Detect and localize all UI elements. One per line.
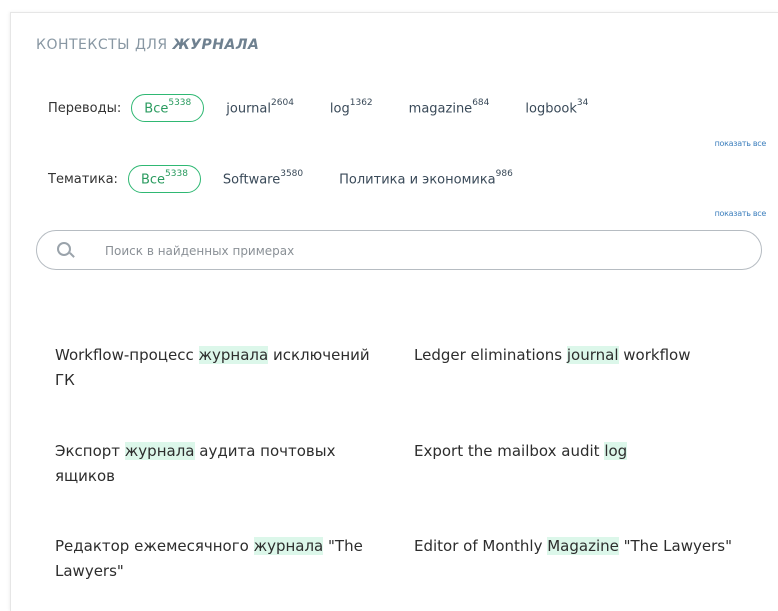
- highlighted-term: журнала: [198, 346, 269, 364]
- highlighted-term: журнала: [124, 442, 195, 460]
- example-source-2: Экспорт журнала аудита почтовых ящиков: [55, 439, 385, 489]
- filter-label: log: [329, 101, 350, 117]
- text: Ledger eliminations: [414, 346, 567, 364]
- pill-label: Все: [144, 101, 169, 117]
- pill-count: 5338: [168, 98, 192, 108]
- highlighted-term: журнала: [253, 537, 324, 555]
- translations-label: Переводы:: [48, 100, 122, 116]
- filter-count: 34: [576, 98, 589, 108]
- highlighted-term: log: [604, 442, 628, 460]
- filter-count: 986: [495, 169, 513, 179]
- text: workflow: [618, 346, 691, 364]
- filter-count: 684: [472, 98, 490, 108]
- filter-label: magazine: [408, 101, 473, 117]
- text: Экспорт: [55, 442, 125, 460]
- topics-all-pill[interactable]: Все5338: [127, 165, 201, 194]
- section-title-word: ЖУРНАЛА: [172, 37, 260, 53]
- text: "The Lawyers": [618, 537, 732, 555]
- filter-label: Политика и экономика: [339, 172, 496, 188]
- filter-label: journal: [226, 101, 272, 117]
- section-title-prefix: КОНТЕКСТЫ ДЛЯ: [36, 37, 173, 53]
- translation-filter-magazine[interactable]: magazine684: [408, 98, 490, 117]
- filter-count: 3580: [280, 169, 304, 179]
- filter-label: Software: [222, 172, 281, 188]
- section-title: КОНТЕКСТЫ ДЛЯ ЖУРНАЛА: [36, 37, 259, 53]
- highlighted-term: Magazine: [547, 537, 619, 555]
- search-icon: [57, 242, 71, 256]
- topics-filter-row: Тематика: Все5338 Software3580 Политика …: [48, 165, 549, 194]
- text: Export the mailbox audit: [414, 442, 605, 460]
- translation-filter-log[interactable]: log1362: [329, 98, 373, 117]
- pill-count: 5338: [165, 169, 188, 179]
- highlighted-term: journal: [566, 346, 619, 364]
- search-box: [36, 230, 762, 270]
- text: Редактор ежемесячного: [55, 537, 254, 555]
- translation-filter-logbook[interactable]: logbook34: [525, 98, 589, 117]
- translations-show-all-link[interactable]: показать все: [715, 139, 767, 148]
- filter-count: 1362: [349, 98, 373, 108]
- example-source-3: Редактор ежемесячного журнала "The Lawye…: [55, 534, 385, 584]
- pill-label: Все: [140, 172, 166, 188]
- topic-filter-software[interactable]: Software3580: [222, 169, 304, 188]
- translations-filter-row: Переводы: Все5338 journal2604 log1362 ma…: [48, 94, 624, 123]
- filter-label: logbook: [525, 101, 577, 117]
- example-translation-1: Ledger eliminations journal workflow: [414, 343, 744, 368]
- topics-label: Тематика:: [48, 171, 118, 187]
- example-source-1: Workflow-процесс журнала исключений ГК: [55, 343, 385, 393]
- translations-all-pill[interactable]: Все5338: [131, 94, 205, 123]
- topics-show-all-link[interactable]: показать все: [715, 209, 767, 218]
- text: Workflow-процесс: [55, 346, 199, 364]
- filter-count: 2604: [271, 98, 294, 108]
- example-translation-3: Editor of Monthly Magazine "The Lawyers": [414, 534, 744, 559]
- text: Editor of Monthly: [414, 537, 548, 555]
- topic-filter-politics-economics[interactable]: Политика и экономика986: [339, 169, 513, 188]
- translation-filter-journal[interactable]: journal2604: [226, 98, 294, 117]
- search-input[interactable]: [103, 240, 707, 262]
- example-translation-2: Export the mailbox audit log: [414, 439, 744, 464]
